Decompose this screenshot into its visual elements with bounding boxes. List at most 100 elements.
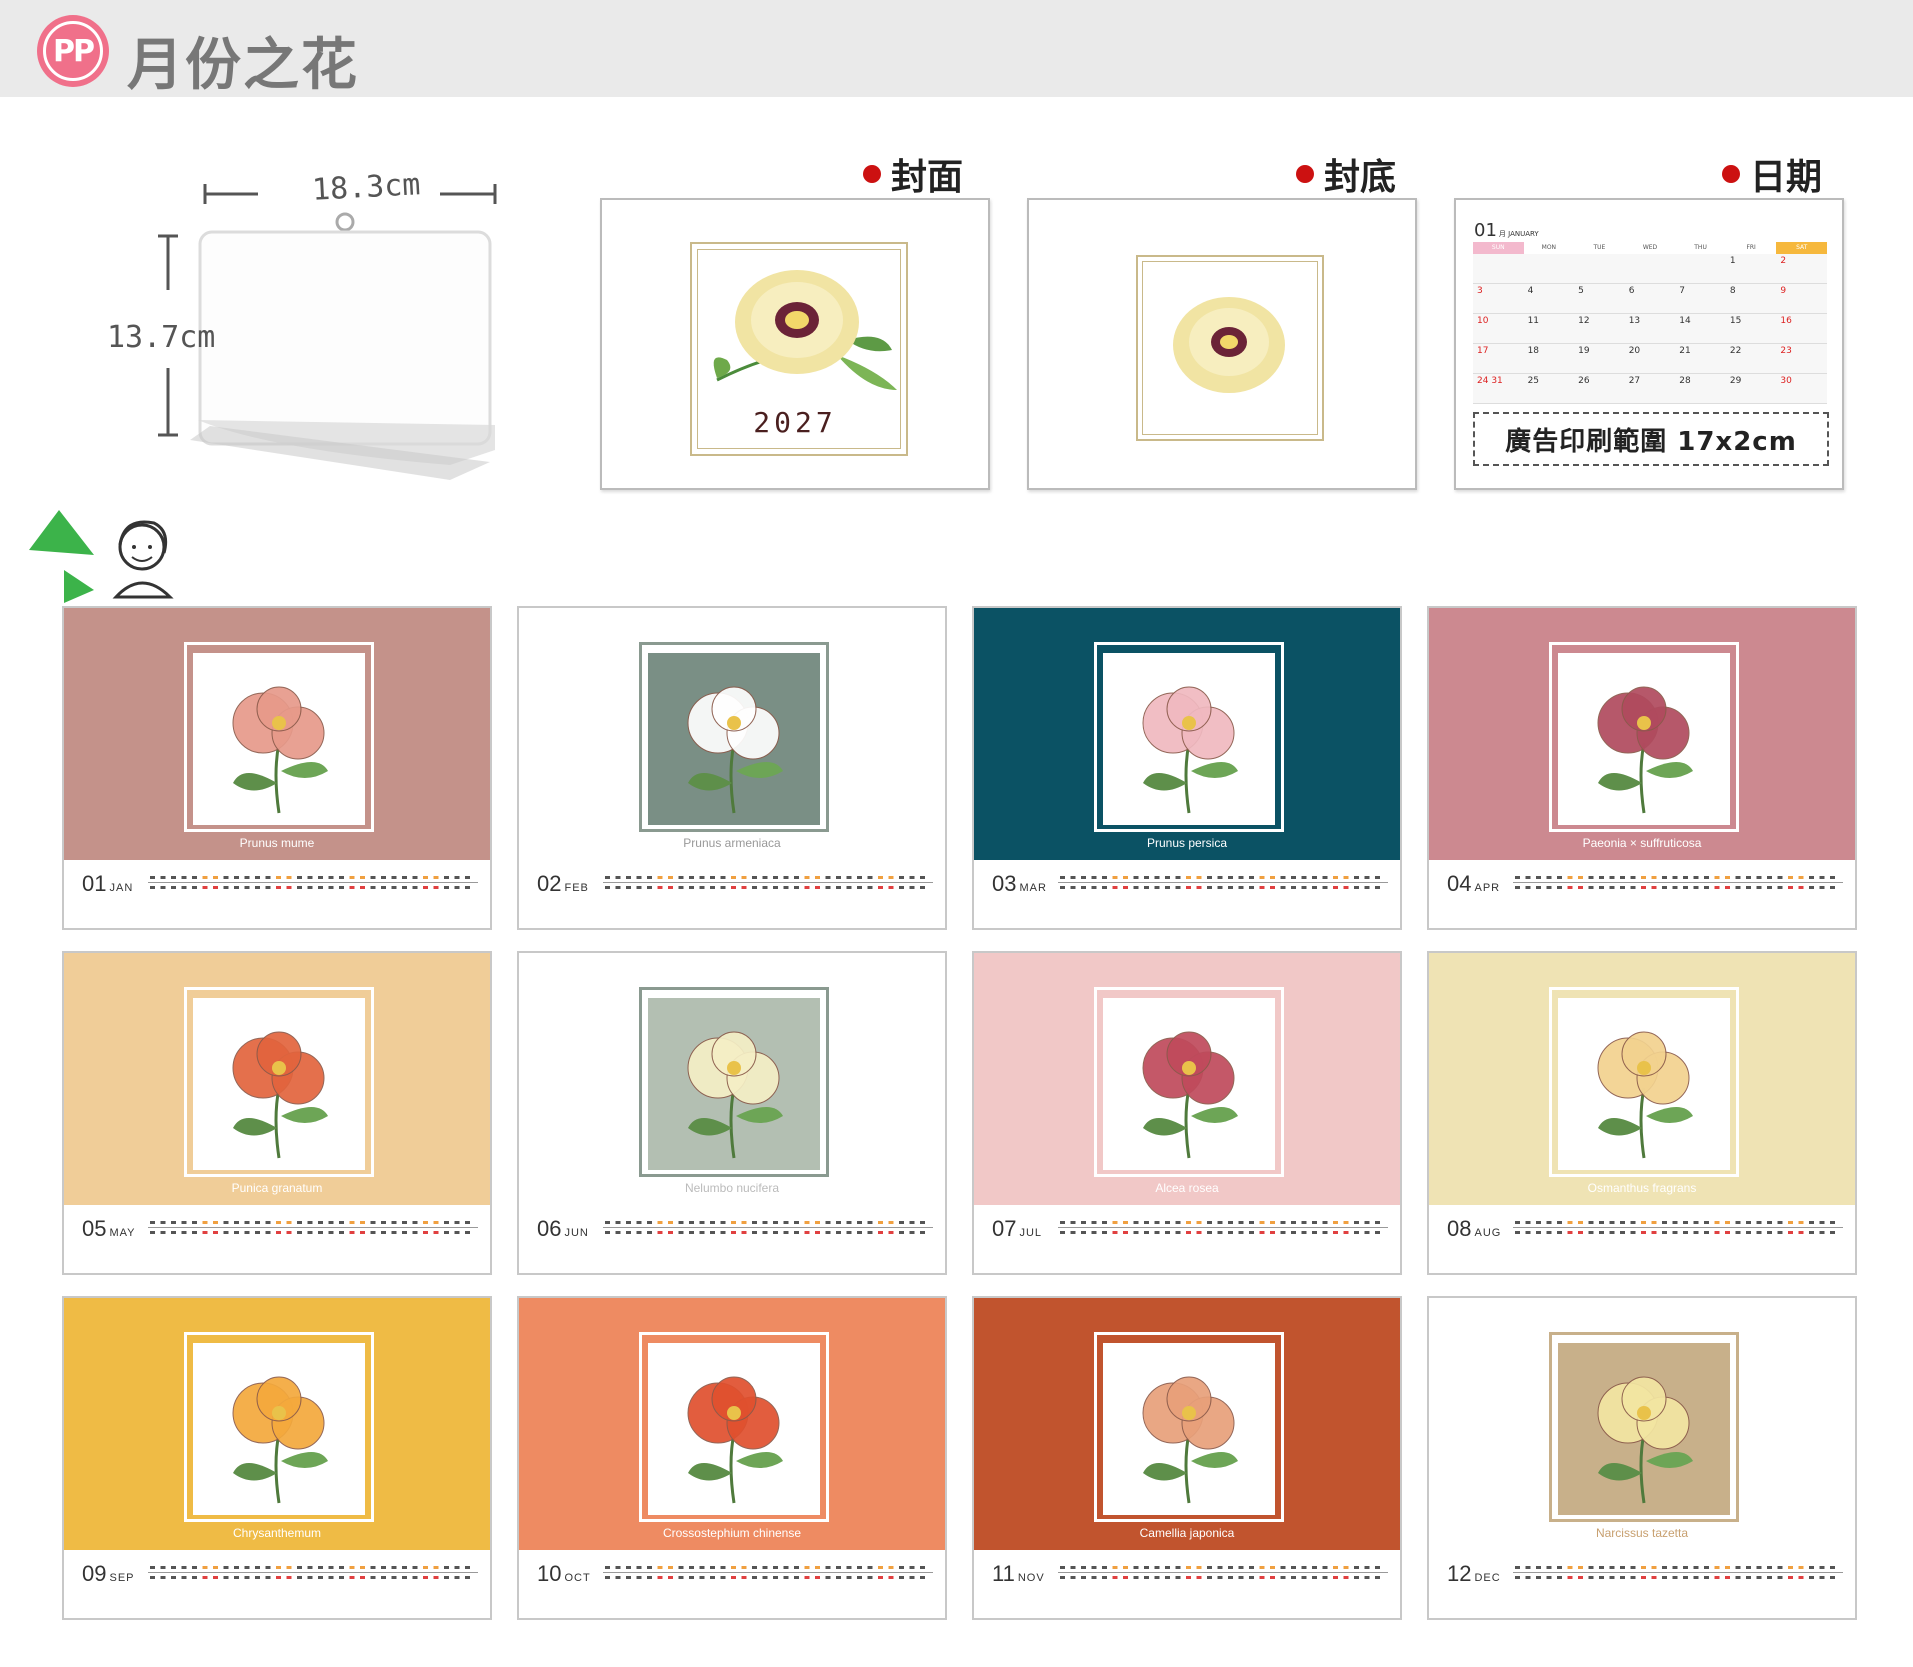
month-num: 06 [537, 1216, 562, 1241]
month-card: Osmanthus fragrans 08 AUG [1427, 951, 1857, 1275]
flower-illustration [648, 1343, 820, 1515]
month-abbr: JUN [564, 1227, 589, 1239]
month-num: 07 [992, 1216, 1017, 1241]
day-cell: 25 [1523, 374, 1575, 404]
flower-illustration [1103, 653, 1275, 825]
month-num: 05 [82, 1216, 107, 1241]
month-abbr: MAY [109, 1227, 136, 1239]
month-card: Paeonia × suffruticosa 04 APR [1427, 606, 1857, 930]
month-abbr: FEB [564, 882, 589, 894]
weekday-header: FRI [1746, 244, 1756, 251]
month-num: 02 [537, 871, 562, 896]
day-cell [1624, 254, 1676, 284]
day-cell: 19 [1574, 344, 1625, 374]
flower-name: Narcissus tazetta [1595, 1526, 1689, 1540]
day-cell: 21 [1675, 344, 1726, 374]
weekday-header: MON [1541, 244, 1557, 251]
date-strip [150, 1566, 470, 1579]
flower-illustration [648, 998, 820, 1170]
flower-illustration [193, 998, 365, 1170]
month-number: 12 DEC [1447, 1561, 1501, 1587]
flower-icon [1597, 1376, 1693, 1504]
flower-illustration [193, 653, 365, 825]
header-bar: PP 月份之花 [0, 0, 1913, 98]
day-cell: 14 [1675, 314, 1726, 344]
day-cell: 23 [1776, 344, 1827, 374]
flower-illustration [1103, 998, 1275, 1170]
day-cell: 2 [1776, 254, 1827, 284]
flower-illustration [1558, 998, 1730, 1170]
day-cell: 27 [1624, 374, 1676, 404]
page: PP 月份之花 18.3cm 13.7cm 封面 封底 日期 2027 01 月… [0, 0, 1913, 1667]
month-num: 04 [1447, 871, 1472, 896]
month-number: 08 AUG [1447, 1216, 1501, 1242]
day-cell [1523, 254, 1575, 284]
brand-logo-text: PP [43, 21, 103, 81]
day-cell: 22 [1725, 344, 1777, 374]
width-dimension-label: 18.3cm [311, 167, 422, 208]
red-dot-icon [1722, 165, 1740, 183]
flower-name: Prunus mume [239, 836, 315, 850]
day-cell: 13 [1624, 314, 1676, 344]
peony-flower-icon [1173, 297, 1285, 393]
month-number: 01 JAN [82, 871, 133, 897]
month-card: Chrysanthemum 09 SEP [62, 1296, 492, 1620]
brand-logo: PP [37, 15, 109, 87]
day-cell: 9 [1776, 284, 1827, 314]
date-strip [150, 876, 470, 889]
date-sample: 01 月 JANUARY SUN MON TUE WED THU FRI SAT 1 2 3 4 5 6 7… [1454, 198, 1844, 490]
date-sample-month: 01 月 JANUARY [1474, 220, 1539, 241]
month-card: Prunus armeniaca 02 FEB [517, 606, 947, 930]
month-number: 09 SEP [82, 1561, 135, 1587]
date-strip [605, 1221, 925, 1234]
day-cell: 7 [1675, 284, 1726, 314]
month-abbr: APR [1474, 882, 1501, 894]
month-abbr: MAR [1019, 882, 1047, 894]
day-cell: 28 [1675, 374, 1726, 404]
day-cell: 17 [1473, 344, 1524, 374]
day-cell: 16 [1776, 314, 1827, 344]
flower-icon [232, 1376, 328, 1504]
month-num: 12 [1447, 1561, 1472, 1586]
flower-name: Camellia japonica [1139, 1526, 1235, 1540]
flower-icon [687, 1031, 783, 1159]
flower-illustration [1103, 1343, 1275, 1515]
decorative-doodle [29, 510, 174, 603]
day-cell: 30 [1776, 374, 1827, 404]
month-number: 05 MAY [82, 1216, 136, 1242]
date-strip [1060, 1221, 1380, 1234]
flower-name: Prunus armeniaca [683, 836, 781, 850]
month-card: Punica granatum 05 MAY [62, 951, 492, 1275]
flower-name: Prunus persica [1146, 836, 1228, 850]
flower-icon [1597, 686, 1693, 814]
month-number: 10 OCT [537, 1561, 591, 1587]
day-cell: 4 [1523, 284, 1575, 314]
cover-sample: 2027 [600, 198, 990, 490]
flower-name: Paeonia × suffruticosa [1582, 836, 1702, 850]
month-number: 11 NOV [992, 1561, 1045, 1587]
day-cell [1574, 254, 1625, 284]
day-cell: 29 [1725, 374, 1777, 404]
flower-icon [232, 1031, 328, 1159]
day-cell: 12 [1574, 314, 1625, 344]
day-cell: 3 [1473, 284, 1524, 314]
flower-name: Osmanthus fragrans [1587, 1181, 1697, 1195]
flower-illustration [1558, 1343, 1730, 1515]
weekday-header: WED [1642, 244, 1658, 251]
date-strip [1060, 876, 1380, 889]
month-number: 02 FEB [537, 871, 589, 897]
month-num: 08 [1447, 1216, 1472, 1241]
date-sample-label: 日期 [1722, 148, 1822, 200]
month-abbr: SEP [109, 1572, 135, 1584]
month-card: Nelumbo nucifera 06 JUN [517, 951, 947, 1275]
day-cell [1675, 254, 1726, 284]
month-card: Prunus persica 03 MAR [972, 606, 1402, 930]
month-num: 10 [537, 1561, 562, 1586]
day-cell: 18 [1523, 344, 1575, 374]
height-dimension-label: 13.7cm [107, 320, 216, 355]
month-abbr: NOV [1017, 1572, 1045, 1584]
flower-icon [687, 1376, 783, 1504]
day-cell: 5 [1574, 284, 1625, 314]
flower-icon [1597, 1031, 1693, 1159]
flower-icon [1142, 1376, 1238, 1504]
